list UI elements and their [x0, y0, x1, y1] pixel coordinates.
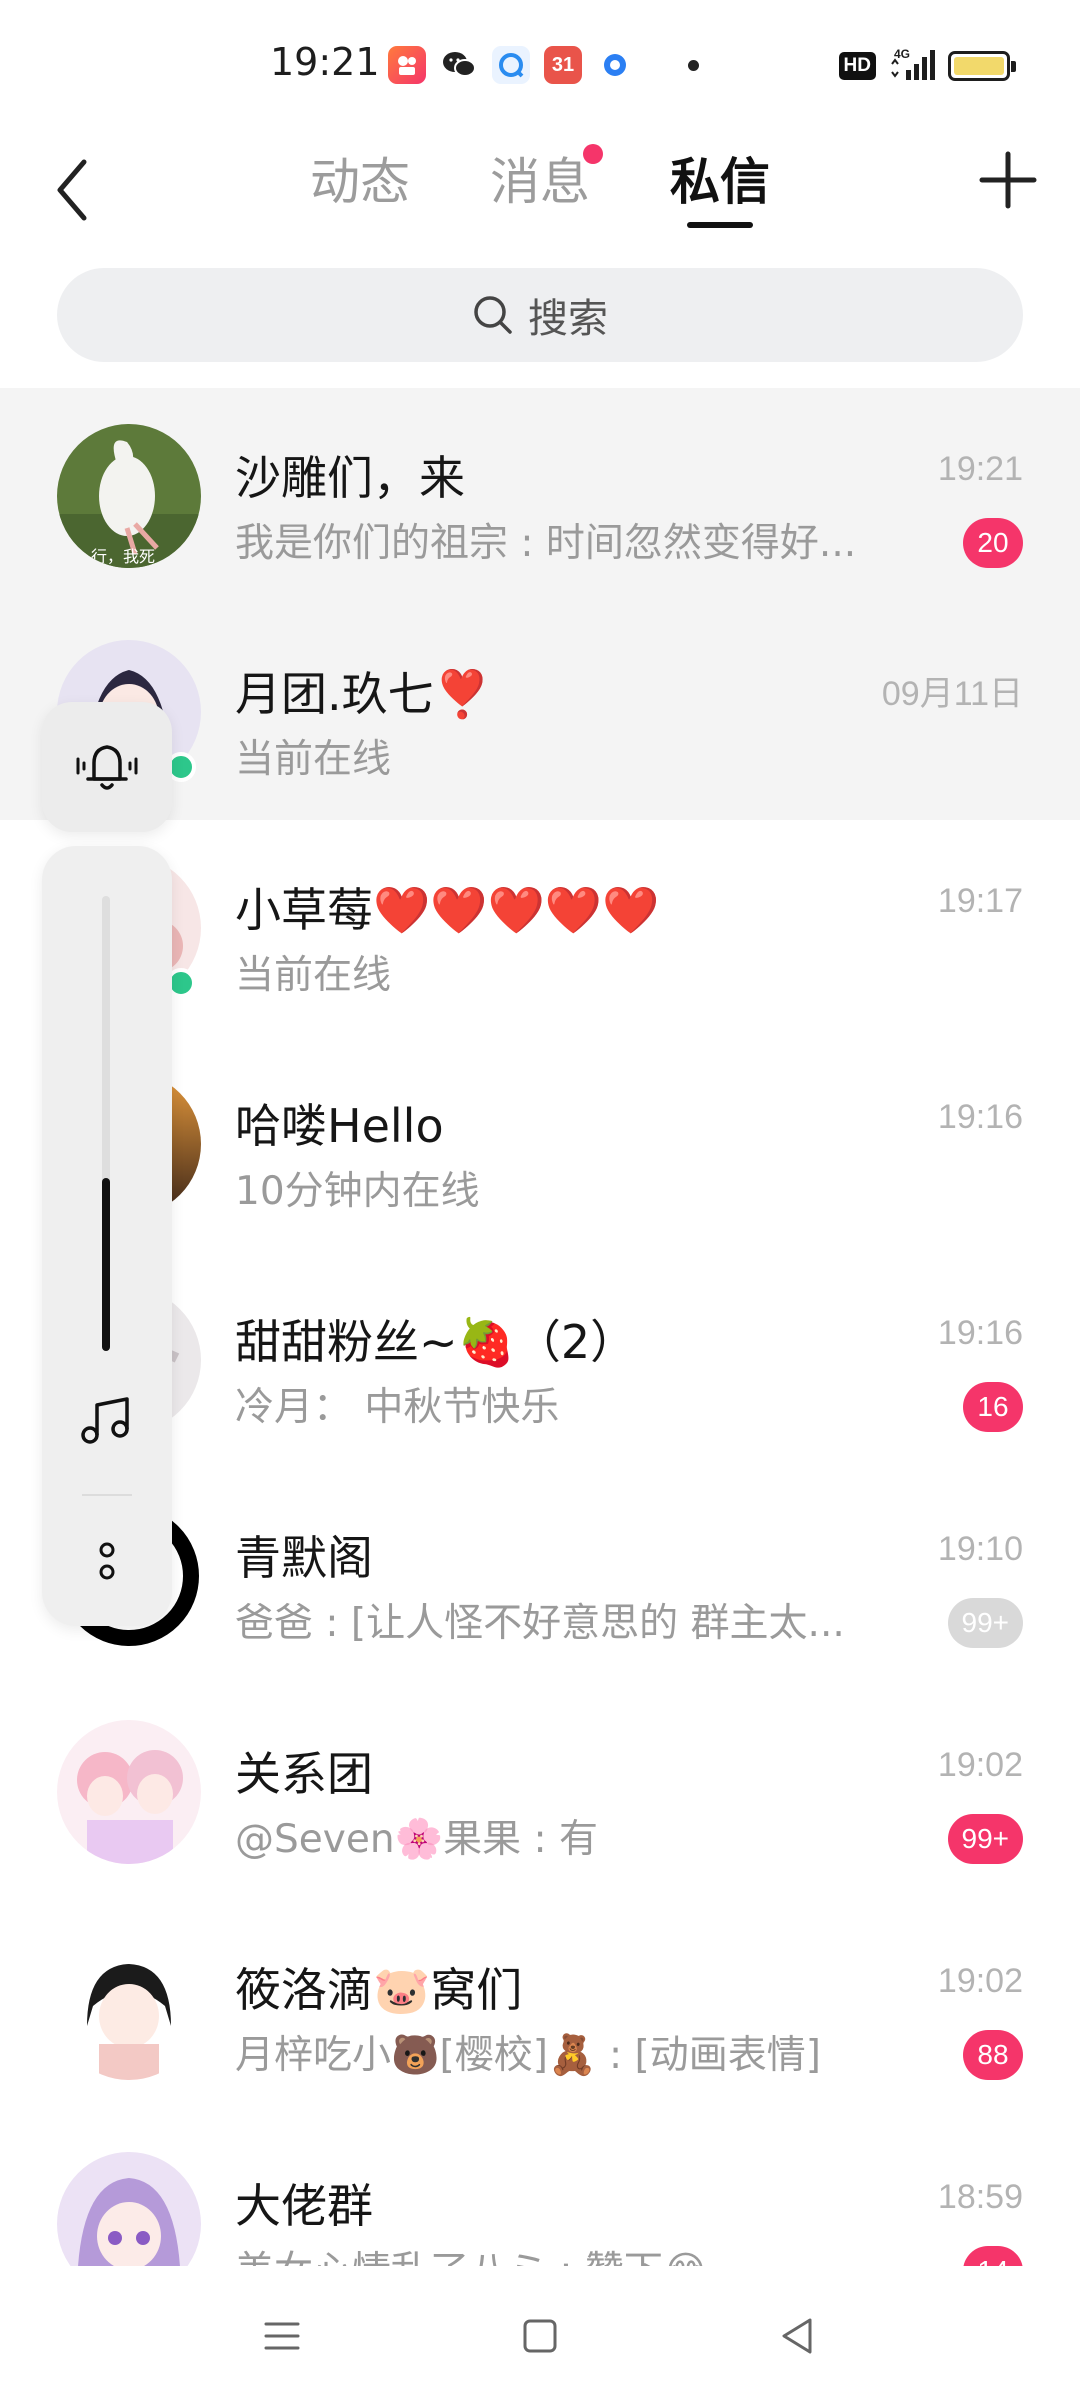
ringer-mode-button[interactable] — [42, 702, 172, 832]
chat-time: 09月11日 — [881, 675, 1023, 713]
panel-divider — [82, 1494, 132, 1496]
chat-preview: 当前在线 — [235, 737, 392, 782]
system-nav-bar — [0, 2266, 1080, 2400]
chat-row[interactable]: 关系团 @Seven🌸果果 : 有 19:02 99+ — [0, 1684, 1080, 1900]
chat-name: 大佬群 — [235, 2179, 373, 2233]
search-icon — [474, 296, 512, 334]
unread-badge: 88 — [963, 2030, 1023, 2080]
status-time: 19:21 — [270, 40, 380, 84]
chat-row[interactable]: 筱洛滴🐷窝们 月梓吃小🐻[樱校]🧸 : [动画表情] 19:02 88 — [0, 1900, 1080, 2116]
svg-text:4G: 4G — [894, 47, 910, 61]
unread-dot — [583, 144, 603, 164]
status-more-dot — [688, 59, 699, 71]
back-button[interactable] — [46, 150, 106, 230]
chat-time: 19:17 — [937, 882, 1023, 920]
chat-time: 19:02 — [937, 1962, 1023, 2000]
chat-preview: 10分钟内在线 — [235, 1169, 480, 1214]
unread-badge: 16 — [963, 1382, 1023, 1432]
chat-name: 青默阁 — [235, 1531, 373, 1585]
calendar-icon: 31 — [544, 46, 582, 84]
hd-voice-icon: HD — [838, 52, 876, 80]
more-dots-icon — [99, 1542, 115, 1580]
music-note-icon — [81, 1397, 129, 1444]
chat-name: 小草莓❤️❤️❤️❤️❤️ — [235, 883, 660, 937]
chat-preview: @Seven🌸果果 : 有 — [235, 1817, 599, 1862]
avatar — [57, 2152, 201, 2266]
chat-row[interactable]: 大佬群 美女心情乱了八ミ : 赞下😂 18:59 14 — [0, 2116, 1080, 2266]
battery-icon — [948, 51, 1016, 81]
baidu-icon — [596, 46, 634, 84]
chat-time: 19:21 — [937, 450, 1023, 488]
volume-panel — [42, 846, 172, 1626]
chat-time: 18:59 — [937, 2178, 1023, 2216]
tab-private-messages[interactable]: 私信 — [670, 142, 770, 214]
qq-browser-icon — [492, 46, 530, 84]
chat-time: 19:16 — [937, 1098, 1023, 1136]
status-bar: 19:21 31 HD 4G — [0, 0, 1080, 130]
chat-name: 哈喽Hello — [235, 1099, 444, 1153]
unread-badge: 20 — [963, 518, 1023, 568]
chat-name: 筱洛滴🐷窝们 — [235, 1963, 523, 2017]
avatar: 行，我死 — [57, 424, 201, 568]
recent-apps-button[interactable] — [252, 2306, 312, 2366]
chat-preview: 冷月： 中秋节快乐 — [235, 1385, 560, 1430]
avatar — [57, 1936, 201, 2080]
svg-text:行，我死: 行，我死 — [91, 547, 155, 566]
media-volume-button[interactable] — [72, 1386, 142, 1456]
unread-badge: 99+ — [947, 1814, 1023, 1864]
add-button[interactable] — [978, 150, 1038, 210]
active-tab-indicator — [687, 222, 753, 228]
unread-badge: 14 — [963, 2246, 1023, 2266]
avatar — [57, 1720, 201, 1864]
volume-level[interactable] — [102, 1178, 110, 1351]
menu-icon — [264, 2322, 300, 2350]
bell-vibrate-icon — [76, 745, 138, 790]
chat-preview: 当前在线 — [235, 953, 392, 998]
volume-more-button[interactable] — [82, 1526, 132, 1596]
wechat-icon — [440, 46, 478, 84]
chevron-left-icon — [57, 159, 87, 221]
chat-preview: 月梓吃小🐻[樱校]🧸 : [动画表情] — [235, 2033, 821, 2078]
system-back-button[interactable] — [768, 2306, 828, 2366]
search-bar[interactable]: 搜索 — [57, 268, 1023, 362]
chat-name: 月团.玖七❣️ — [235, 667, 491, 721]
signal-icon: 4G — [888, 46, 936, 86]
chat-preview: 爸爸 : [让人怪不好意思的 群主太... — [235, 1601, 845, 1646]
chat-row[interactable]: 行，我死 沙雕们，来 我是你们的祖宗 : 时间忽然变得好... 19:21 20 — [0, 388, 1080, 604]
tab-messages[interactable]: 消息 — [490, 142, 590, 214]
chat-name: 关系团 — [235, 1747, 373, 1801]
chat-preview: 我是你们的祖宗 : 时间忽然变得好... — [235, 521, 857, 566]
chat-name: 沙雕们，来 — [235, 451, 465, 505]
home-button[interactable] — [510, 2306, 570, 2366]
plus-icon — [979, 151, 1037, 209]
tab-dynamic[interactable]: 动态 — [310, 142, 410, 214]
home-square-icon — [523, 2319, 557, 2353]
kuaishou-icon — [388, 46, 426, 84]
chat-time: 19:02 — [937, 1746, 1023, 1784]
chat-time: 19:16 — [937, 1314, 1023, 1352]
status-indicators: HD 4G — [838, 46, 1016, 86]
muted-badge: 99+ — [947, 1598, 1023, 1648]
status-app-icons: 31 — [388, 46, 699, 84]
back-triangle-icon — [782, 2318, 812, 2354]
chat-name: 甜甜粉丝~🍓（2） — [235, 1315, 637, 1369]
chat-preview: 美女心情乱了八ミ : 赞下😂 — [235, 2240, 709, 2266]
search-placeholder: 搜索 — [528, 296, 608, 342]
chat-time: 19:10 — [937, 1530, 1023, 1568]
